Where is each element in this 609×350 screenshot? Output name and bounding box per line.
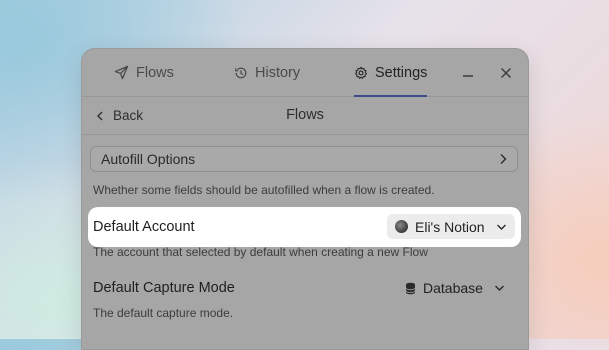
chevron-down-icon	[497, 224, 506, 230]
app-window: Flows History Settings Back Flows Autofi…	[81, 48, 529, 350]
default-account-label: Default Account	[93, 219, 195, 235]
default-account-value: Eli's Notion	[415, 218, 485, 235]
tab-settings-label: Settings	[375, 64, 428, 81]
capture-mode-label: Default Capture Mode	[93, 280, 235, 296]
minimize-button[interactable]	[458, 49, 478, 96]
tab-history[interactable]: History	[234, 49, 300, 96]
database-icon	[405, 282, 416, 294]
page-title: Flows	[286, 107, 324, 123]
history-icon	[235, 67, 247, 78]
tab-flows-label: Flows	[136, 64, 174, 81]
tab-history-label: History	[255, 64, 301, 81]
tab-flows[interactable]: Flows	[114, 49, 174, 96]
autofill-options-button[interactable]: Autofill Options	[90, 146, 518, 172]
default-account-select[interactable]: Eli's Notion	[387, 214, 515, 239]
autofill-options-label: Autofill Options	[101, 151, 196, 167]
capture-mode-description: The default capture mode.	[93, 306, 234, 320]
gear-icon	[354, 66, 368, 79]
chevron-right-icon	[500, 154, 507, 164]
tab-settings[interactable]: Settings	[354, 49, 428, 97]
send-icon	[114, 65, 129, 80]
default-account-description: The account that selected by default whe…	[93, 245, 428, 259]
account-avatar	[395, 220, 408, 233]
tab-bar: Flows History Settings	[82, 49, 528, 97]
capture-mode-select[interactable]: Database	[405, 279, 505, 297]
close-icon	[501, 67, 511, 78]
sub-header: Back Flows	[82, 97, 528, 135]
close-button[interactable]	[496, 49, 516, 96]
minimize-icon	[463, 74, 473, 77]
chevron-down-icon	[494, 285, 504, 291]
autofill-description: Whether some fields should be autofilled…	[93, 183, 435, 197]
capture-mode-value: Database	[423, 280, 483, 296]
